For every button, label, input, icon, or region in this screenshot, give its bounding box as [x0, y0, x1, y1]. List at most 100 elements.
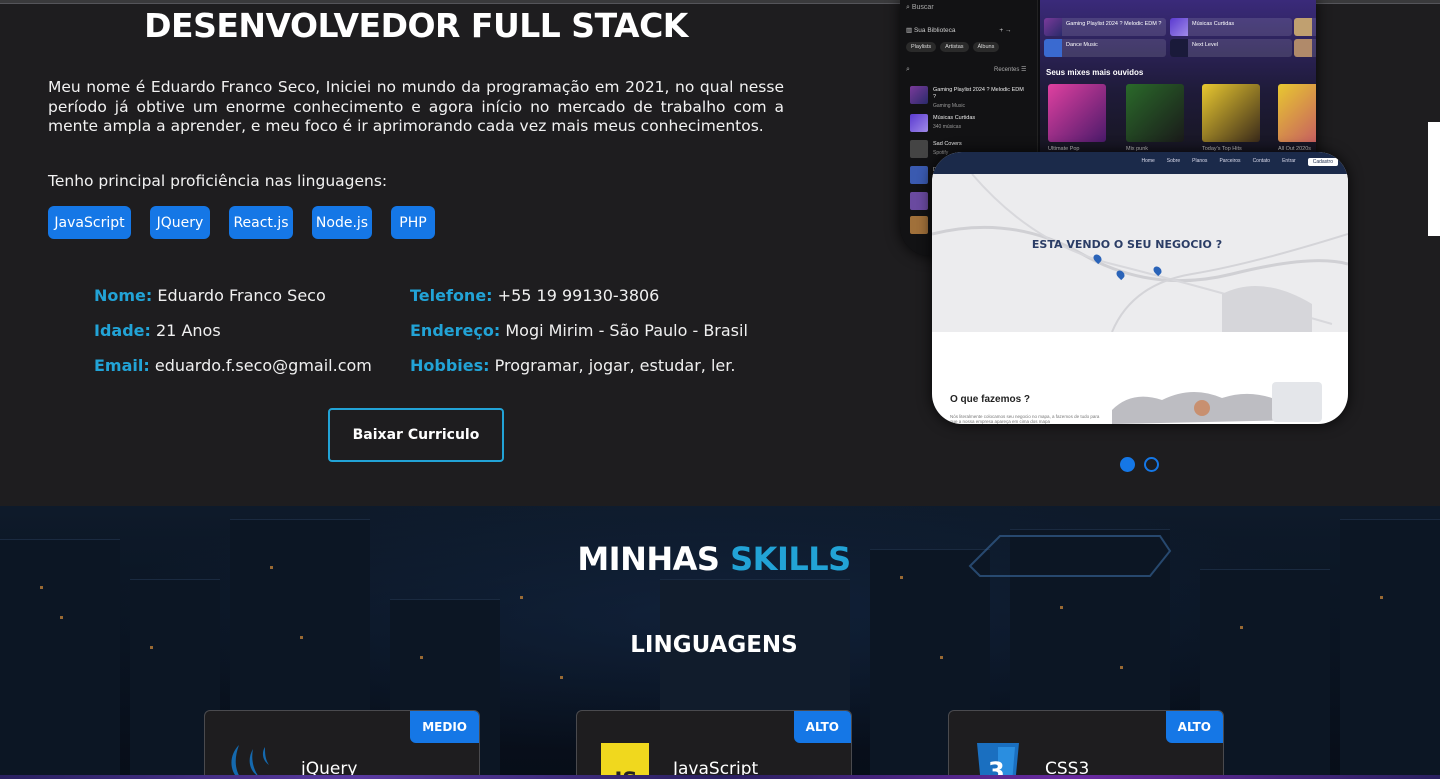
skill-card-jquery: MEDIO jQuery — [204, 710, 480, 779]
music-pills: Playlists Artistas Álbuns — [906, 42, 1000, 52]
music-card: Dance Music — [1044, 39, 1166, 57]
tag-reactjs: React.js — [229, 206, 293, 239]
info-hobbies-value: Programar, jogar, estudar, ler. — [494, 356, 736, 375]
info-address: Endereço: Mogi Mirim - São Paulo - Brasi… — [410, 321, 748, 340]
info-hobbies-key: Hobbies: — [410, 356, 490, 375]
site-map-title: ESTA VENDO O SEU NEGOCIO ? — [1031, 238, 1223, 251]
music-thumb — [910, 114, 928, 132]
music-card-title: Músicas Curtidas — [1192, 21, 1235, 27]
music-card: Gaming Playlist 2024 ? Melodic EDM ? — [1044, 18, 1166, 36]
skill-card-javascript: ALTO JS JavaScript — [576, 710, 852, 779]
info-email-key: Email: — [94, 356, 150, 375]
music-card-img — [1170, 39, 1188, 57]
javascript-icon: JS — [601, 743, 649, 779]
tag-javascript: JavaScript — [48, 206, 131, 239]
mix-cover — [1202, 84, 1260, 142]
bio-text: Meu nome é Eduardo Franco Seco, Iniciei … — [48, 78, 784, 135]
music-card: Next Level — [1170, 39, 1292, 57]
tag-jquery: JQuery — [150, 206, 210, 239]
skill-level-badge: ALTO — [793, 711, 851, 743]
music-card-img — [1170, 18, 1188, 36]
site-nav-button: Cadastro — [1307, 158, 1338, 166]
music-pill: Álbuns — [972, 42, 1000, 52]
info-name-value: Eduardo Franco Seco — [157, 286, 326, 305]
css3-icon: 3 — [977, 743, 1019, 779]
site-section-text: Nós literalmente colocamos seu negocio n… — [950, 414, 1100, 424]
music-item-sub: Gaming Music — [933, 103, 965, 109]
music-thumb — [910, 166, 928, 184]
world-map-graphic — [1112, 382, 1322, 424]
info-age-value: 21 Anos — [156, 321, 221, 340]
mix-cover — [1048, 84, 1106, 142]
music-card-title: Gaming Playlist 2024 ? Melodic EDM ? — [1066, 21, 1162, 27]
music-card: Músicas Curtidas — [1170, 18, 1292, 36]
music-item-title: Sad Covers — [933, 141, 962, 147]
music-library-search-icon: ⌕ — [906, 66, 910, 73]
language-tags: JavaScript JQuery React.js Node.js PHP — [48, 206, 454, 239]
music-card-title: Dance Music — [1066, 42, 1098, 48]
mix-cover — [1278, 84, 1316, 142]
info-email-value: eduardo.f.seco@gmail.com — [154, 356, 372, 375]
site-nav-item: Planos — [1192, 158, 1208, 164]
site-nav-item: Contato — [1252, 158, 1271, 164]
languages-intro: Tenho principal proficiência nas linguag… — [48, 172, 388, 190]
music-search-label: Buscar — [911, 4, 934, 11]
skills-title: MINHAS SKILLS — [0, 540, 1428, 578]
skills-title-b: SKILLS — [730, 540, 851, 578]
music-card-img — [1044, 18, 1062, 36]
music-mixes-heading: Seus mixes mais ouvidos — [1046, 68, 1144, 77]
music-pill: Playlists — [906, 42, 937, 52]
bottom-gradient-strip — [0, 775, 1440, 779]
info-age: Idade: 21 Anos — [94, 321, 221, 340]
info-phone-value: +55 19 99130-3806 — [497, 286, 660, 305]
music-library: ▥ Sua Biblioteca + → — [906, 27, 1012, 34]
tag-nodejs: Node.js — [312, 206, 372, 239]
music-card-img — [1294, 39, 1312, 57]
tag-php: PHP — [391, 206, 435, 239]
info-phone: Telefone: +55 19 99130-3806 — [410, 286, 659, 305]
jquery-icon — [231, 745, 269, 779]
carousel-indicators — [1120, 457, 1159, 472]
music-list-item: Músicas Curtidas 340 músicas — [910, 114, 1030, 136]
map-lines — [932, 173, 1348, 333]
info-email: Email: eduardo.f.seco@gmail.com — [94, 356, 372, 375]
info-address-value: Mogi Mirim - São Paulo - Brasil — [505, 321, 748, 340]
skill-level-badge: MEDIO — [410, 711, 479, 743]
info-address-key: Endereço: — [410, 321, 501, 340]
site-nav-items: Home Sobre Planos Parceiros Contato Entr… — [1141, 158, 1338, 166]
skills-subtitle: LINGUAGENS — [630, 632, 798, 658]
carousel-dot-2[interactable] — [1144, 457, 1159, 472]
music-item-title: Músicas Curtidas — [933, 115, 976, 121]
music-thumb — [910, 216, 928, 234]
site-nav-item: Parceiros — [1219, 158, 1241, 164]
info-phone-key: Telefone: — [410, 286, 493, 305]
music-card — [1294, 39, 1316, 57]
music-thumb — [910, 86, 928, 104]
music-card — [1294, 18, 1316, 36]
project-screenshot-map-site[interactable]: Home Sobre Planos Parceiros Contato Entr… — [932, 152, 1348, 424]
music-recent: Recentes ☰ — [994, 67, 1027, 73]
skill-card-css3: ALTO 3 CSS3 — [948, 710, 1224, 779]
skill-level-badge: ALTO — [1165, 711, 1223, 743]
edge-white-panel — [1428, 122, 1440, 236]
music-recent-label: Recentes — [994, 67, 1020, 73]
info-name: Nome: Eduardo Franco Seco — [94, 286, 326, 305]
download-cv-button[interactable]: Baixar Curriculo — [328, 408, 504, 462]
site-navbar: Home Sobre Planos Parceiros Contato Entr… — [932, 152, 1348, 174]
info-name-key: Nome: — [94, 286, 153, 305]
site-nav-item: Sobre — [1166, 158, 1181, 164]
music-item-sub: 340 músicas — [933, 124, 962, 130]
skills-title-a: MINHAS — [577, 540, 731, 578]
page-title: DESENVOLVEDOR FULL STACK — [144, 6, 688, 45]
music-library-label: Sua Biblioteca — [913, 27, 956, 34]
carousel-dot-1[interactable] — [1120, 457, 1135, 472]
music-pill: Artistas — [940, 42, 969, 52]
site-map: ESTA VENDO O SEU NEGOCIO ? — [932, 173, 1348, 333]
music-list-item: Gaming Playlist 2024 ? Melodic EDM ? Gam… — [910, 86, 1030, 109]
music-search: ⌕ Buscar — [906, 4, 934, 11]
site-section-heading: O que fazemos ? — [950, 394, 1031, 405]
skills-section: MINHAS SKILLS LINGUAGENS MEDIO jQuery AL… — [0, 506, 1440, 779]
site-nav-item: Home — [1141, 158, 1155, 164]
info-hobbies: Hobbies: Programar, jogar, estudar, ler. — [410, 356, 735, 375]
music-card-title: Next Level — [1192, 42, 1218, 48]
